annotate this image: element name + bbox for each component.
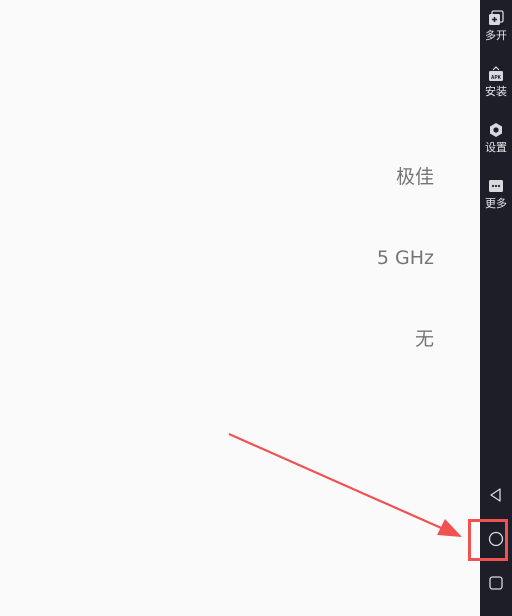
emulator-screen: 极佳 5 GHz 无 多开 APK 安装 设置 更多 — [0, 0, 512, 616]
more-label: 更多 — [485, 197, 507, 210]
multi-window-icon — [489, 10, 504, 25]
home-button[interactable] — [480, 523, 512, 555]
recent-apps-button[interactable] — [480, 567, 512, 599]
multi-open-button[interactable]: 多开 — [480, 10, 512, 58]
settings-label: 设置 — [485, 141, 507, 154]
gear-icon — [490, 123, 502, 137]
home-circle-icon — [488, 531, 504, 547]
emulator-sidebar: 多开 APK 安装 设置 更多 — [480, 0, 512, 616]
multi-open-label: 多开 — [485, 29, 507, 42]
back-button[interactable] — [480, 479, 512, 511]
signal-strength-value: 极佳 — [395, 166, 434, 188]
wifi-details-panel: 极佳 5 GHz 无 — [0, 0, 480, 616]
install-apk-button[interactable]: APK 安装 — [480, 66, 512, 114]
more-icon — [489, 180, 503, 192]
settings-button[interactable]: 设置 — [480, 122, 512, 170]
svg-text:APK: APK — [491, 75, 502, 81]
security-value: 无 — [414, 328, 434, 350]
apk-icon: APK — [489, 66, 503, 81]
install-label: 安装 — [485, 85, 507, 98]
frequency-value: 5 GHz — [376, 247, 434, 269]
more-button[interactable]: 更多 — [480, 178, 512, 226]
recent-square-icon — [489, 576, 503, 590]
back-triangle-icon — [490, 488, 501, 502]
